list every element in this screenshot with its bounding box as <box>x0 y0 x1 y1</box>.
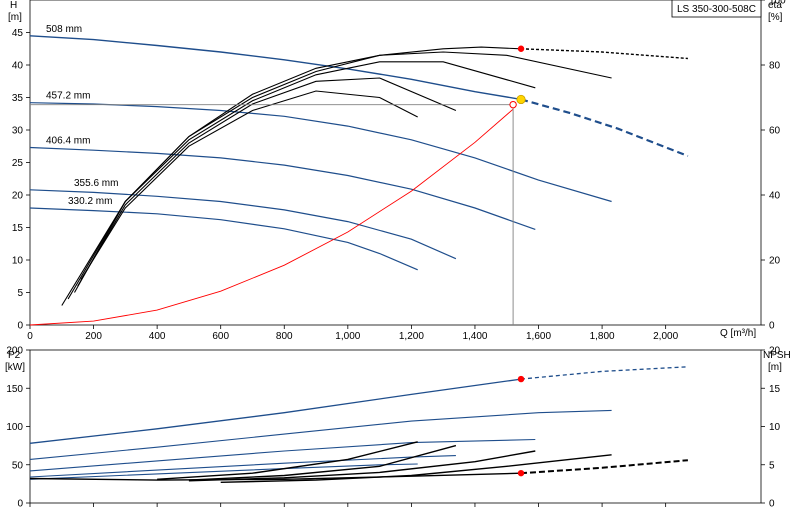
npsh-tick-label: 5 <box>769 460 775 471</box>
npsh-axis-unit: [m] <box>768 362 782 373</box>
npsh-tick-label: 10 <box>769 422 781 433</box>
npsh-point <box>517 469 525 477</box>
npsh-tick-label: 15 <box>769 384 781 395</box>
efficiency-point <box>517 45 525 52</box>
y-left-axis-unit: [m] <box>8 12 22 23</box>
npsh-tick-label: 20 <box>769 346 781 357</box>
pump-curve-svg: H [m] eta [%] Q [m³/h] P2 [kW] NPSH [m] … <box>5 0 791 510</box>
y-left-tick-label: 10 <box>12 256 24 267</box>
y-left-tick-label: 45 <box>12 28 24 39</box>
x-tick-label: 1,800 <box>590 331 615 342</box>
p2-tick-label: 200 <box>6 346 23 357</box>
y-left-tick-label: 20 <box>12 191 24 202</box>
x-tick-label: 1,000 <box>335 331 360 342</box>
x-tick-label: 800 <box>276 331 293 342</box>
y-right-axis-unit: [%] <box>768 12 783 23</box>
y-right-tick-label: 20 <box>769 256 781 267</box>
power-point <box>517 375 525 383</box>
p2-tick-label: 150 <box>6 384 23 395</box>
top-plot-frame <box>29 0 762 326</box>
y-left-tick-label: 40 <box>12 61 24 72</box>
x-tick-label: 600 <box>212 331 229 342</box>
p2-tick-label: 100 <box>6 422 23 433</box>
x-tick-label: 1,600 <box>526 331 551 342</box>
y-left-tick-label: 30 <box>12 126 24 137</box>
system-intersection-point <box>509 100 517 109</box>
p2-tick-label: 0 <box>17 499 23 510</box>
y-left-tick-label: 25 <box>12 158 24 169</box>
pump-curve-chart: H [m] eta [%] Q [m³/h] P2 [kW] NPSH [m] … <box>0 0 800 520</box>
x-tick-label: 200 <box>85 331 102 342</box>
head-curve-label: 406.4 mm <box>46 136 90 147</box>
x-tick-label: 1,400 <box>462 331 487 342</box>
y-right-tick-label: 100 <box>769 0 786 7</box>
chart-title: LS 350-300-508C <box>677 4 756 15</box>
y-left-tick-label: 0 <box>17 321 23 332</box>
npsh-tick-label: 0 <box>769 499 775 510</box>
x-axis-label: Q [m³/h] <box>720 328 756 339</box>
y-right-tick-label: 0 <box>769 321 775 332</box>
y-left-axis-name: H <box>10 0 17 11</box>
x-tick-label: 0 <box>27 331 33 342</box>
head-curve-label: 355.6 mm <box>74 178 118 189</box>
y-right-tick-label: 40 <box>769 191 781 202</box>
y-right-tick-label: 80 <box>769 61 781 72</box>
duty-point <box>516 94 526 105</box>
y-right-tick-label: 60 <box>769 126 781 137</box>
p2-tick-label: 50 <box>12 460 24 471</box>
y-left-tick-label: 15 <box>12 223 24 234</box>
y-left-tick-label: 5 <box>17 288 23 299</box>
p2-axis-unit: [kW] <box>5 362 25 373</box>
head-curve-label: 457.2 mm <box>46 91 90 102</box>
x-tick-label: 400 <box>149 331 166 342</box>
x-tick-label: 2,000 <box>653 331 678 342</box>
x-tick-label: 1,200 <box>399 331 424 342</box>
head-curve-label: 508 mm <box>46 24 82 35</box>
y-left-tick-label: 35 <box>12 93 24 104</box>
head-curve-label: 330.2 mm <box>68 196 112 207</box>
